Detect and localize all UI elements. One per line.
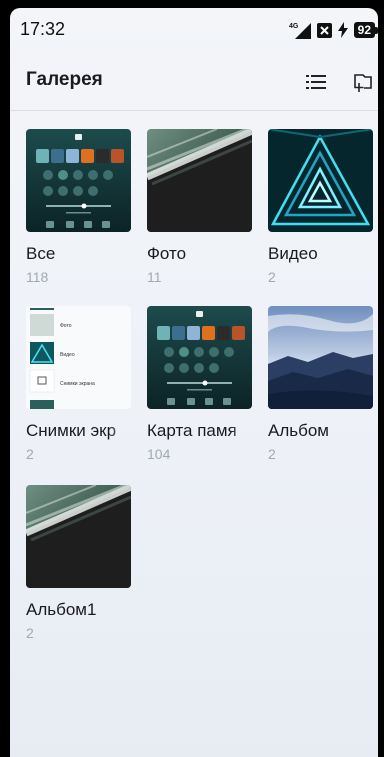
album-name: Снимки экр (26, 421, 117, 440)
album-screenshots-thumbnail[interactable]: Фото Видео Снимки экрана (26, 306, 131, 409)
album-count: 2 (268, 446, 276, 462)
album-count: 118 (26, 269, 49, 285)
app-header: Галерея (10, 54, 378, 111)
album-photos-thumbnail[interactable] (147, 129, 252, 232)
network-type-label: 4G (289, 23, 299, 30)
album-count: 2 (268, 269, 276, 285)
album-album-thumbnail[interactable] (268, 306, 373, 409)
battery-icon: 92 (353, 22, 378, 38)
page-title: Галерея (26, 69, 103, 90)
album-name: Карта памя (147, 421, 237, 440)
gallery-screen: 17:32 4G 92 Галерея Все 118 Фото 11 Виде… (10, 8, 378, 757)
album-name: Все (26, 244, 56, 263)
album-count: 2 (26, 625, 34, 641)
album-album1[interactable]: Альбом1 2 (26, 485, 131, 641)
gallery-list-thumbnail: Фото Видео Снимки экрана (26, 306, 131, 409)
screenshot-thumb-row1: Фото (60, 323, 72, 329)
status-time: 17:32 (20, 19, 66, 39)
mountain-clouds-thumbnail (268, 306, 373, 409)
album-memory-card-thumbnail[interactable] (147, 306, 252, 409)
charging-icon (337, 22, 348, 38)
add-folder-button[interactable] (348, 68, 376, 96)
status-bar: 17:32 4G 92 (10, 8, 378, 54)
album-count: 11 (147, 269, 162, 285)
album-all[interactable]: Все 118 (26, 129, 131, 285)
album-album[interactable]: Альбом 2 (268, 306, 373, 462)
list-view-button[interactable] (302, 68, 330, 96)
album-count: 2 (26, 446, 34, 462)
album-videos[interactable]: Видео 2 (268, 129, 373, 285)
control-center-thumbnail (147, 306, 252, 409)
album-videos-thumbnail[interactable] (268, 129, 373, 232)
album-name: Фото (147, 244, 187, 263)
album-album1-thumbnail[interactable] (26, 485, 131, 588)
list-view-icon (306, 75, 326, 89)
album-name: Альбом1 (26, 600, 97, 619)
add-folder-icon (354, 74, 372, 92)
album-count: 104 (147, 446, 171, 462)
album-name: Видео (268, 244, 318, 263)
album-all-thumbnail[interactable] (26, 129, 131, 232)
album-memory-card[interactable]: Карта памя 104 (147, 306, 252, 462)
battery-level: 92 (353, 22, 375, 38)
screenshot-thumb-row2: Видео (60, 352, 75, 358)
album-photos[interactable]: Фото 11 (147, 129, 252, 285)
no-sim-icon (316, 22, 332, 38)
cellular-signal-icon: 4G (289, 23, 311, 39)
screenshot-thumb-row3: Снимки экрана (60, 381, 95, 387)
album-name: Альбом (268, 421, 329, 440)
album-screenshots[interactable]: Фото Видео Снимки экрана Снимки экр 2 (26, 306, 131, 462)
neon-triangle-thumbnail (268, 129, 373, 232)
control-center-thumbnail (26, 129, 131, 232)
beach-aerial-thumbnail (147, 129, 252, 232)
beach-aerial-thumbnail (26, 485, 131, 588)
status-icons: 4G 92 (289, 20, 378, 40)
